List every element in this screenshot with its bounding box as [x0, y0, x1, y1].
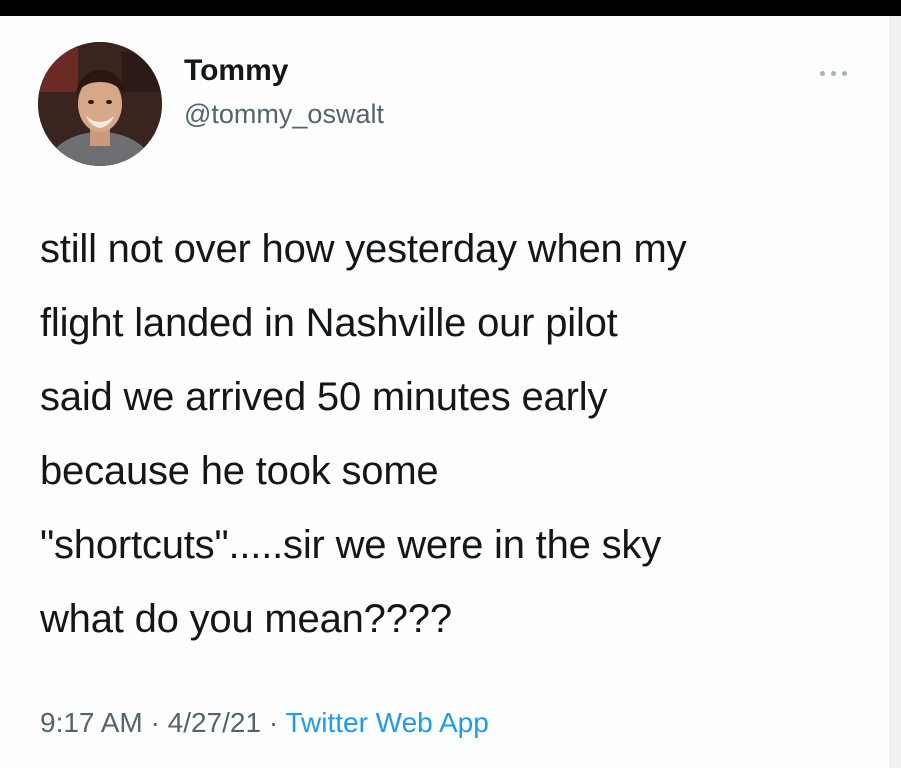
tweet-source-link[interactable]: Twitter Web App	[285, 707, 488, 738]
tweet-text-line: "shortcuts".....sir we were in the sky	[40, 523, 661, 567]
more-options-button[interactable]	[814, 62, 854, 86]
more-icon-dot	[842, 71, 847, 76]
more-horizontal-icon	[820, 71, 825, 76]
tweet-text: still not over how yesterday when my fli…	[40, 212, 870, 656]
tweet-text-line: because he took some	[40, 449, 439, 493]
author-display-name[interactable]: Tommy	[184, 54, 288, 88]
right-edge	[889, 16, 901, 768]
avatar[interactable]	[38, 42, 162, 166]
tweet-text-line: what do you mean????	[40, 597, 452, 641]
meta-separator: ·	[150, 707, 160, 738]
more-icon-dot	[831, 71, 836, 76]
tweet-text-line: flight landed in Nashville our pilot	[40, 301, 618, 345]
tweet-text-line: said we arrived 50 minutes early	[40, 375, 608, 419]
tweet-meta: 9:17 AM · 4/27/21 · Twitter Web App	[40, 706, 489, 740]
meta-separator: ·	[268, 707, 279, 738]
tweet-date[interactable]: 4/27/21	[168, 707, 261, 738]
top-bar	[0, 0, 901, 16]
tweet-time[interactable]: 9:17 AM	[40, 707, 143, 738]
avatar-image	[38, 42, 162, 166]
tweet-text-line: still not over how yesterday when my	[40, 227, 687, 271]
tweet-card: Tommy @tommy_oswalt still not over how y…	[0, 16, 889, 768]
author-handle[interactable]: @tommy_oswalt	[184, 98, 384, 130]
